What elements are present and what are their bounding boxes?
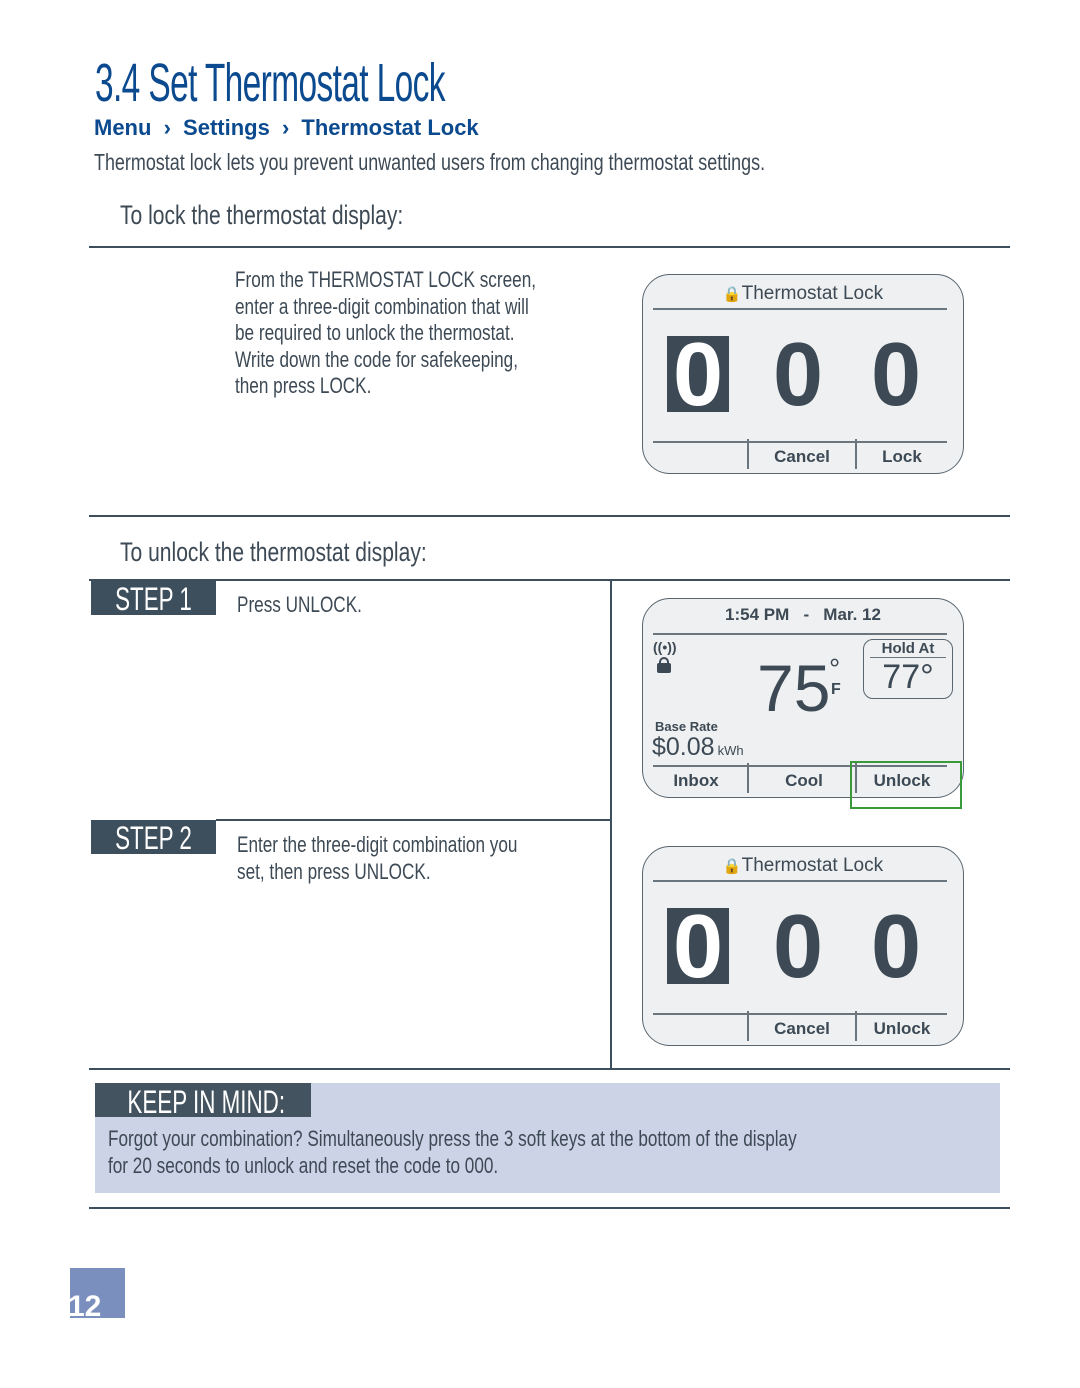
hold-at-label: Hold At bbox=[870, 640, 946, 658]
screen-title: 🔒Thermostat Lock bbox=[643, 855, 963, 877]
unit-label: F bbox=[831, 681, 841, 698]
line: be required to unlock the thermostat. bbox=[235, 320, 515, 345]
divider bbox=[216, 819, 611, 821]
step-1-badge: STEP 1 bbox=[91, 581, 216, 617]
divider bbox=[89, 515, 1010, 517]
keep-in-mind-text: Forgot your combination? Simultaneously … bbox=[108, 1125, 797, 1179]
divider bbox=[653, 633, 947, 635]
page-title: 3.4 Set Thermostat Lock bbox=[95, 53, 445, 113]
column-divider bbox=[610, 580, 612, 1069]
step-label: STEP 1 bbox=[115, 581, 192, 617]
keep-in-mind-panel: KEEP IN MIND: Forgot your combination? S… bbox=[95, 1083, 1000, 1193]
digit-2[interactable]: 0 bbox=[773, 902, 823, 992]
divider bbox=[653, 880, 947, 882]
line: From the THERMOSTAT LOCK screen, bbox=[235, 267, 537, 292]
thermostat-unlock-screen: 🔒Thermostat Lock 0 0 0 Cancel Unlock bbox=[642, 846, 964, 1046]
cancel-softkey[interactable]: Cancel bbox=[749, 447, 855, 467]
line: for 20 seconds to unlock and reset the c… bbox=[108, 1153, 499, 1178]
lock-instructions: From the THERMOSTAT LOCK screen, enter a… bbox=[235, 267, 536, 400]
inbox-softkey[interactable]: Inbox bbox=[643, 771, 749, 791]
line: Write down the code for safekeeping, bbox=[235, 346, 518, 372]
lock-icon: 🔒 bbox=[722, 858, 742, 875]
date: Mar. 12 bbox=[823, 605, 881, 624]
step-2-text: Enter the three-digit combination you se… bbox=[237, 831, 517, 885]
lock-icon: 🔒 bbox=[722, 286, 742, 303]
unlock-highlight bbox=[850, 761, 962, 809]
divider bbox=[653, 308, 947, 310]
line: Enter the three-digit combination you bbox=[237, 832, 518, 857]
manual-page: 3.4 Set Thermostat Lock Menu › Settings … bbox=[0, 0, 1080, 1388]
screen-title: 🔒Thermostat Lock bbox=[643, 283, 963, 305]
digit-1[interactable]: 0 bbox=[667, 902, 729, 992]
cool-softkey[interactable]: Cool bbox=[751, 771, 857, 791]
digit-1[interactable]: 0 bbox=[667, 330, 729, 420]
lock-softkey[interactable]: Lock bbox=[849, 447, 955, 467]
line: set, then press UNLOCK. bbox=[237, 859, 431, 884]
digit-3[interactable]: 0 bbox=[871, 902, 921, 992]
current-temperature: 75 bbox=[757, 651, 831, 725]
heading-text: KEEP IN MIND: bbox=[127, 1084, 286, 1120]
wireless-signal-icon: ((•)) bbox=[653, 639, 677, 655]
breadcrumb-menu: Menu bbox=[94, 115, 152, 140]
unlock-heading: To unlock the thermostat display: bbox=[120, 537, 427, 567]
hold-at-value: 77° bbox=[882, 658, 934, 696]
rate-amount: $0.08 bbox=[652, 733, 715, 761]
breadcrumb-separator: › bbox=[281, 115, 290, 140]
hold-at-box[interactable]: Hold At 77° bbox=[863, 639, 953, 699]
breadcrumb-settings: Settings bbox=[183, 115, 270, 140]
separator: - bbox=[803, 605, 810, 624]
datetime: 1:54 PM - Mar. 12 bbox=[643, 605, 963, 625]
step-label: STEP 2 bbox=[115, 820, 192, 856]
page-number-box: 12 bbox=[68, 1268, 125, 1323]
rate-value: $0.08 kWh bbox=[652, 733, 744, 762]
page-number: 12 bbox=[68, 1290, 102, 1323]
step-2-badge: STEP 2 bbox=[91, 820, 216, 856]
line: then press LOCK. bbox=[235, 373, 372, 398]
lock-heading: To lock the thermostat display: bbox=[120, 200, 404, 230]
screen-title-text: Thermostat Lock bbox=[741, 283, 884, 304]
divider bbox=[89, 246, 1010, 248]
divider bbox=[653, 441, 947, 443]
step-1-text: Press UNLOCK. bbox=[237, 592, 362, 617]
divider bbox=[89, 1068, 1010, 1070]
intro-text: Thermostat lock lets you prevent unwante… bbox=[94, 149, 766, 175]
keep-in-mind-heading: KEEP IN MIND: bbox=[95, 1083, 311, 1120]
unlock-softkey[interactable]: Unlock bbox=[849, 1019, 955, 1039]
digit-2[interactable]: 0 bbox=[773, 330, 823, 420]
degree-symbol: ° bbox=[829, 653, 841, 684]
digit-3[interactable]: 0 bbox=[871, 330, 921, 420]
cancel-softkey[interactable]: Cancel bbox=[749, 1019, 855, 1039]
line: Forgot your combination? Simultaneously … bbox=[108, 1126, 797, 1151]
divider bbox=[89, 579, 1010, 581]
screen-title-text: Thermostat Lock bbox=[741, 855, 884, 876]
breadcrumb: Menu › Settings › Thermostat Lock bbox=[94, 115, 485, 141]
lock-icon bbox=[657, 657, 671, 673]
breadcrumb-separator: › bbox=[163, 115, 171, 140]
time: 1:54 PM bbox=[725, 605, 790, 624]
breadcrumb-thermostat-lock: Thermostat Lock bbox=[301, 115, 479, 140]
thermostat-lock-screen: 🔒Thermostat Lock 0 0 0 Cancel Lock bbox=[642, 274, 964, 474]
rate-unit: kWh bbox=[717, 743, 744, 758]
line: enter a three-digit combination that wil… bbox=[235, 293, 529, 319]
divider bbox=[89, 1207, 1010, 1209]
base-rate-label: Base Rate bbox=[655, 719, 718, 734]
divider bbox=[653, 1013, 947, 1015]
